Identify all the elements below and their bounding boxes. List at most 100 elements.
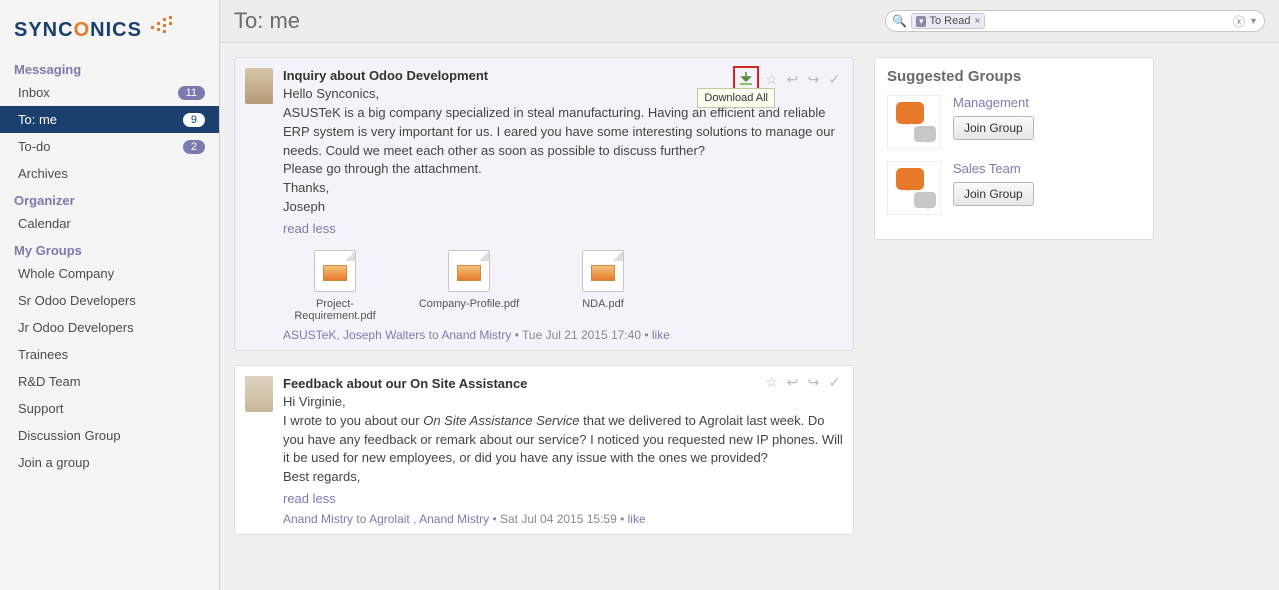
group-avatar-icon [887,95,941,149]
badge: 9 [183,113,205,127]
message-actions: ☆ ↩ ↪ ✓ [763,374,843,391]
sidebar-label: Calendar [18,216,71,231]
message-text: Hi Virginie, I wrote to you about our On… [283,393,843,487]
check-icon[interactable]: ✓ [826,374,843,391]
sidebar-item-jr-odoo[interactable]: Jr Odoo Developers [0,314,219,341]
group-name[interactable]: Management [953,95,1034,110]
funnel-icon: ▾ [916,16,927,27]
logo-dots-icon [149,14,175,34]
sidebar-label: To: me [18,112,57,127]
sidebar-item-discussion[interactable]: Discussion Group [0,422,219,449]
message-meta: Anand Mistry to Agrolait , Anand Mistry … [283,512,843,526]
group-avatar-icon [887,161,941,215]
forward-icon[interactable]: ↪ [805,374,822,391]
meta-to-person[interactable]: Anand Mistry [419,512,489,526]
reply-icon[interactable]: ↩ [784,71,801,88]
sidebar-item-to-me[interactable]: To: me 9 [0,106,219,133]
section-organizer: Organizer [0,187,219,210]
sidebar-item-calendar[interactable]: Calendar [0,210,219,237]
attachment[interactable]: Company-Profile.pdf [417,250,521,322]
page-title: To: me [234,8,300,34]
avatar [245,68,273,104]
signoff-name: Joseph [283,199,325,214]
sidebar: SYNCONICS Messaging Inbox 11 To: me 9 To… [0,0,220,590]
message-title: Feedback about our On Site Assistance [283,376,843,391]
reply-icon[interactable]: ↩ [784,374,801,391]
logo-text-3: NICS [90,19,142,41]
group-row: Sales Team Join Group [887,161,1141,215]
meta-from-company[interactable]: ASUSTeK, [283,328,340,342]
greeting: Hello Synconics, [283,86,379,101]
section-my-groups: My Groups [0,237,219,260]
section-messaging: Messaging [0,56,219,79]
sidebar-label: R&D Team [18,374,81,389]
sidebar-item-join-group[interactable]: Join a group [0,449,219,476]
search-filter-chip[interactable]: ▾ To Read × [911,13,985,29]
sidebar-label: Jr Odoo Developers [18,320,134,335]
body: ASUSTeK is a big company specialized in … [283,105,835,158]
search-input[interactable] [985,12,1231,30]
sidebar-item-rd-team[interactable]: R&D Team [0,368,219,395]
attachment[interactable]: Project-Requirement.pdf [283,250,387,322]
attachment[interactable]: NDA.pdf [551,250,655,322]
sidebar-item-sr-odoo[interactable]: Sr Odoo Developers [0,287,219,314]
meta-to-label: to [429,328,439,342]
sidebar-label: Whole Company [18,266,114,281]
sidebar-item-todo[interactable]: To-do 2 [0,133,219,160]
meta-to-person[interactable]: Anand Mistry [441,328,511,342]
message-card: Feedback about our On Site Assistance Hi… [234,365,854,535]
logo-text-2: O [74,19,91,41]
sidebar-label: Join a group [18,455,90,470]
message-meta: ASUSTeK, Joseph Walters to Anand Mistry … [283,328,843,342]
side-panel: Suggested Groups Management Join Group S… [874,57,1154,576]
body-em: On Site Assistance Service [423,413,579,428]
like-link[interactable]: like [652,328,670,342]
message-card: Inquiry about Odoo Development Hello Syn… [234,57,854,351]
join-group-button[interactable]: Join Group [953,116,1034,140]
sidebar-item-trainees[interactable]: Trainees [0,341,219,368]
meta-to-label: to [356,512,366,526]
message-feed: Inquiry about Odoo Development Hello Syn… [234,57,854,576]
main: To: me 🔍 ▾ To Read × ⓧ ▾ Inquiry [220,0,1279,590]
group-name[interactable]: Sales Team [953,161,1034,176]
signoff: Best regards, [283,469,360,484]
forward-icon[interactable]: ↪ [805,71,822,88]
sidebar-item-inbox[interactable]: Inbox 11 [0,79,219,106]
join-group-button[interactable]: Join Group [953,182,1034,206]
meta-to-company[interactable]: Agrolait [369,512,410,526]
group-row: Management Join Group [887,95,1141,149]
panel-title: Suggested Groups [887,68,1141,85]
badge: 11 [178,86,205,100]
file-icon [314,250,356,292]
meta-from-person[interactable]: Anand Mistry [283,512,353,526]
search-dropdown-icon[interactable]: ▾ [1247,16,1260,27]
sidebar-label: Sr Odoo Developers [18,293,136,308]
content-area: Inquiry about Odoo Development Hello Syn… [220,43,1279,590]
attachment-name: Project-Requirement.pdf [283,298,387,322]
filter-chip-label: To Read [929,15,970,27]
sidebar-item-archives[interactable]: Archives [0,160,219,187]
suggested-groups-panel: Suggested Groups Management Join Group S… [874,57,1154,240]
filter-chip-remove-icon[interactable]: × [974,16,980,27]
sidebar-label: Discussion Group [18,428,121,443]
search-box[interactable]: 🔍 ▾ To Read × ⓧ ▾ [885,10,1265,32]
sidebar-item-whole-company[interactable]: Whole Company [0,260,219,287]
body-pre: I wrote to you about our [283,413,423,428]
meta-from-person[interactable]: Joseph Walters [343,328,425,342]
download-icon [738,71,754,87]
attachment-name: Company-Profile.pdf [417,298,521,310]
check-icon[interactable]: ✓ [826,71,843,88]
read-less-link[interactable]: read less [283,491,336,506]
star-icon[interactable]: ☆ [763,71,780,88]
search-clear-icon[interactable]: ⓧ [1231,13,1247,30]
star-icon[interactable]: ☆ [763,374,780,391]
attachment-name: NDA.pdf [551,298,655,310]
search-icon: 🔍 [892,14,907,28]
like-link[interactable]: like [628,512,646,526]
badge: 2 [183,140,205,154]
sidebar-item-support[interactable]: Support [0,395,219,422]
sidebar-label: Inbox [18,85,50,100]
attachments: Project-Requirement.pdf Company-Profile.… [283,250,843,322]
avatar [245,376,273,412]
read-less-link[interactable]: read less [283,221,336,236]
